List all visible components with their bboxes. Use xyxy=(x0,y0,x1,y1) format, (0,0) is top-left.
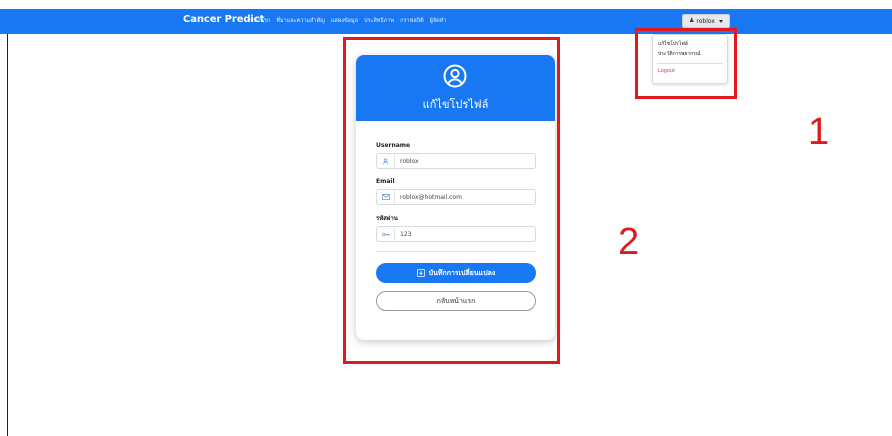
nav-link-background[interactable]: ที่มาและความสำคัญ xyxy=(276,17,325,25)
annotation-label-2: 2 xyxy=(618,221,640,263)
user-menu-button[interactable]: ♟ roblox xyxy=(682,14,730,28)
nav-link-performance[interactable]: ประสิทธิภาพ xyxy=(364,17,394,25)
window-edge xyxy=(7,34,8,436)
annotation-box-1 xyxy=(635,28,737,99)
annotation-label-1: 1 xyxy=(808,111,830,153)
user-icon: ♟ xyxy=(689,17,695,24)
user-name: roblox xyxy=(696,17,715,25)
nav-links: หน้าแรก ที่มาและความสำคัญ แสดงข้อมูล ประ… xyxy=(250,17,446,25)
nav-link-authors[interactable]: ผู้จัดทำ xyxy=(430,17,447,25)
nav-link-statistics[interactable]: กราฟสถิติ xyxy=(400,17,424,25)
annotation-box-2 xyxy=(343,37,560,364)
navbar: Cancer Predict หน้าแรก ที่มาและความสำคัญ… xyxy=(0,9,892,34)
page: Cancer Predict หน้าแรก ที่มาและความสำคัญ… xyxy=(0,0,892,436)
nav-link-home[interactable]: หน้าแรก xyxy=(250,17,270,25)
nav-link-data[interactable]: แสดงข้อมูล xyxy=(331,17,358,25)
chevron-down-icon xyxy=(718,19,723,23)
